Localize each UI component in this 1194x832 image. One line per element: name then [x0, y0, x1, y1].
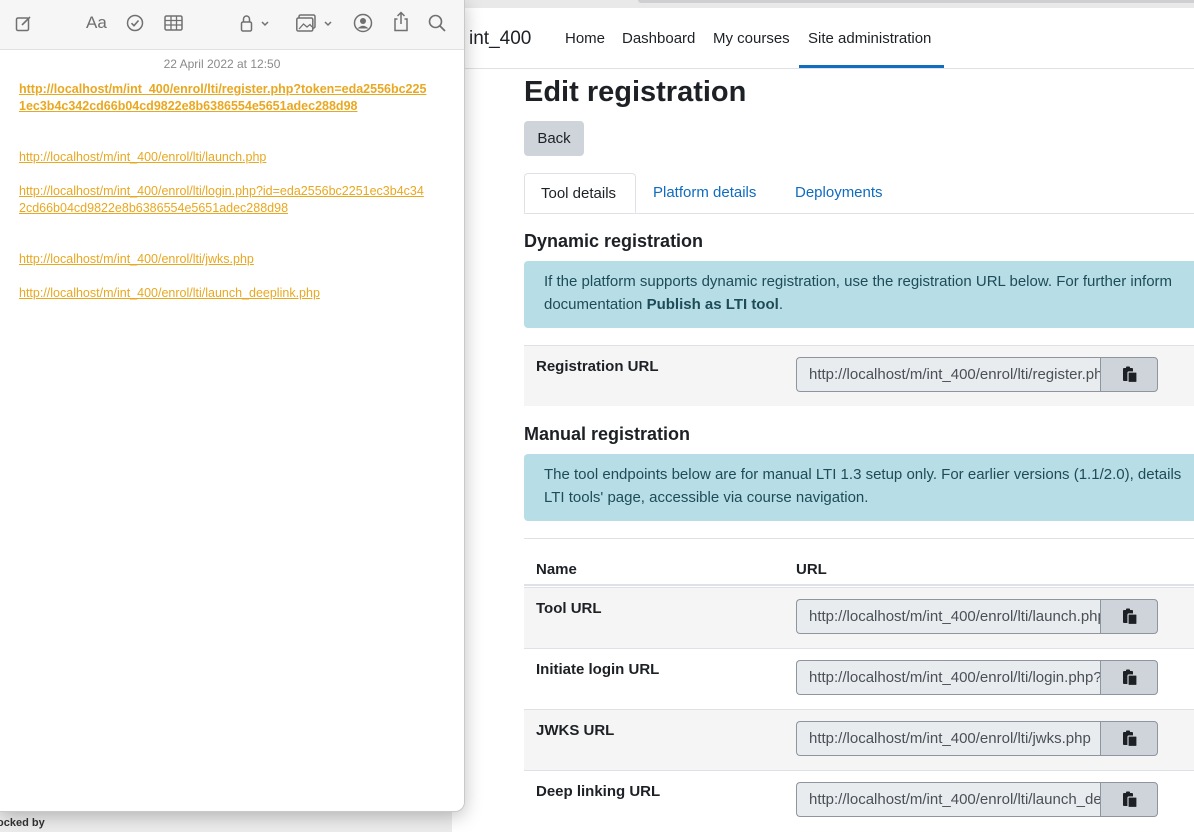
publish-as-lti-tool-link[interactable]: Publish as LTI tool — [647, 296, 779, 313]
background-status-bar: ocked by — [0, 811, 452, 832]
nav-site-administration[interactable]: Site administration — [808, 30, 931, 47]
initiate-login-url-label: Initiate login URL — [536, 661, 660, 678]
clipboard-icon — [1122, 791, 1138, 808]
checklist-icon[interactable] — [126, 13, 144, 33]
copy-initiate-login-url-button[interactable] — [1100, 660, 1158, 695]
dynamic-alert-line1: If the platform supports dynamic registr… — [544, 273, 1173, 290]
nav-home[interactable]: Home — [565, 30, 605, 47]
table-row: Tool URL http://localhost/m/int_400/enro… — [524, 587, 1194, 648]
dynamic-registration-heading: Dynamic registration — [524, 231, 704, 251]
copy-registration-url-button[interactable] — [1100, 357, 1158, 392]
jwks-url-label: JWKS URL — [536, 722, 615, 739]
note-date: 22 April 2022 at 12:50 — [163, 57, 281, 71]
manual-alert-line1: The tool endpoints below are for manual … — [544, 466, 1182, 483]
nav-active-indicator — [799, 65, 944, 68]
status-text: ocked by — [0, 817, 45, 829]
registration-url-field[interactable]: http://localhost/m/int_400/enrol/lti/reg… — [796, 357, 1102, 392]
registration-url-label: Registration URL — [536, 358, 659, 375]
text-format-icon[interactable]: Aa — [86, 13, 107, 33]
tool-url-group: http://localhost/m/int_400/enrol/lti/lau… — [796, 599, 1158, 634]
clipboard-icon — [1122, 730, 1138, 747]
site-name[interactable]: int_400 — [469, 28, 531, 50]
deep-linking-url-field[interactable]: http://localhost/m/int_400/enrol/lti/lau… — [796, 782, 1102, 817]
column-header-name: Name — [536, 561, 577, 578]
table-row: Initiate login URL http://localhost/m/in… — [524, 648, 1194, 709]
jwks-url-group: http://localhost/m/int_400/enrol/lti/jwk… — [796, 721, 1158, 756]
search-icon[interactable] — [428, 13, 446, 33]
registration-url-group: http://localhost/m/int_400/enrol/lti/reg… — [796, 357, 1158, 392]
note-link-register[interactable]: http://localhost/m/int_400/enrol/lti/reg… — [19, 81, 429, 115]
initiate-login-url-group: http://localhost/m/int_400/enrol/lti/log… — [796, 660, 1158, 695]
clipboard-icon — [1122, 366, 1138, 383]
share-icon[interactable] — [393, 10, 409, 31]
note-link-launch[interactable]: http://localhost/m/int_400/enrol/lti/lau… — [19, 149, 429, 166]
note-link-login[interactable]: http://localhost/m/int_400/enrol/lti/log… — [19, 183, 429, 217]
media-icon[interactable] — [296, 13, 334, 33]
initiate-login-url-field[interactable]: http://localhost/m/int_400/enrol/lti/log… — [796, 660, 1102, 695]
compose-icon[interactable] — [15, 13, 32, 33]
note-link-deeplink[interactable]: http://localhost/m/int_400/enrol/lti/lau… — [19, 285, 429, 302]
site-navbar: int_400 Home Dashboard My courses Site a… — [452, 8, 1194, 69]
dynamic-alert-end: . — [778, 296, 783, 313]
lock-icon[interactable] — [240, 13, 270, 33]
deep-linking-url-label: Deep linking URL — [536, 783, 661, 800]
browser-tab[interactable] — [638, 0, 1194, 3]
tab-tool-details[interactable]: Tool details — [524, 173, 636, 213]
back-button[interactable]: Back — [524, 121, 584, 156]
copy-jwks-url-button[interactable] — [1100, 721, 1158, 756]
deep-linking-url-group: http://localhost/m/int_400/enrol/lti/lau… — [796, 782, 1158, 817]
table-row: Deep linking URL http://localhost/m/int_… — [524, 770, 1194, 832]
manual-alert-line2: LTI tools' page, accessible via course n… — [544, 489, 869, 506]
tool-url-field[interactable]: http://localhost/m/int_400/enrol/lti/lau… — [796, 599, 1102, 634]
tool-url-label: Tool URL — [536, 600, 602, 617]
tab-platform-details[interactable]: Platform details — [653, 173, 756, 213]
manual-registration-alert: The tool endpoints below are for manual … — [524, 454, 1194, 521]
notes-toolbar: Aa — [0, 0, 464, 50]
tab-deployments[interactable]: Deployments — [795, 173, 883, 213]
table-icon[interactable] — [164, 13, 183, 33]
note-link-jwks[interactable]: http://localhost/m/int_400/enrol/lti/jwk… — [19, 251, 429, 268]
registration-tabs: Tool details Platform details Deployment… — [524, 173, 1194, 214]
endpoints-table-header: Name URL — [524, 538, 1194, 586]
page-title: Edit registration — [524, 76, 747, 108]
clipboard-icon — [1122, 669, 1138, 686]
column-header-url: URL — [796, 561, 827, 578]
table-row: JWKS URL http://localhost/m/int_400/enro… — [524, 709, 1194, 770]
collaborate-icon[interactable] — [353, 13, 373, 33]
copy-tool-url-button[interactable] — [1100, 599, 1158, 634]
browser-content: int_400 Home Dashboard My courses Site a… — [452, 0, 1194, 832]
nav-dashboard[interactable]: Dashboard — [622, 30, 695, 47]
copy-deep-linking-url-button[interactable] — [1100, 782, 1158, 817]
dynamic-alert-line2: documentation Publish as LTI tool. — [544, 293, 1194, 316]
manual-registration-heading: Manual registration — [524, 424, 691, 444]
nav-my-courses[interactable]: My courses — [713, 30, 790, 47]
dynamic-alert-text: documentation — [544, 296, 647, 313]
clipboard-icon — [1122, 608, 1138, 625]
registration-url-row: Registration URL http://localhost/m/int_… — [524, 345, 1194, 406]
jwks-url-field[interactable]: http://localhost/m/int_400/enrol/lti/jwk… — [796, 721, 1102, 756]
notes-window: Aa 22 April 2022 at 12:50 http://localho… — [0, 0, 465, 812]
dynamic-registration-alert: If the platform supports dynamic registr… — [524, 261, 1194, 328]
